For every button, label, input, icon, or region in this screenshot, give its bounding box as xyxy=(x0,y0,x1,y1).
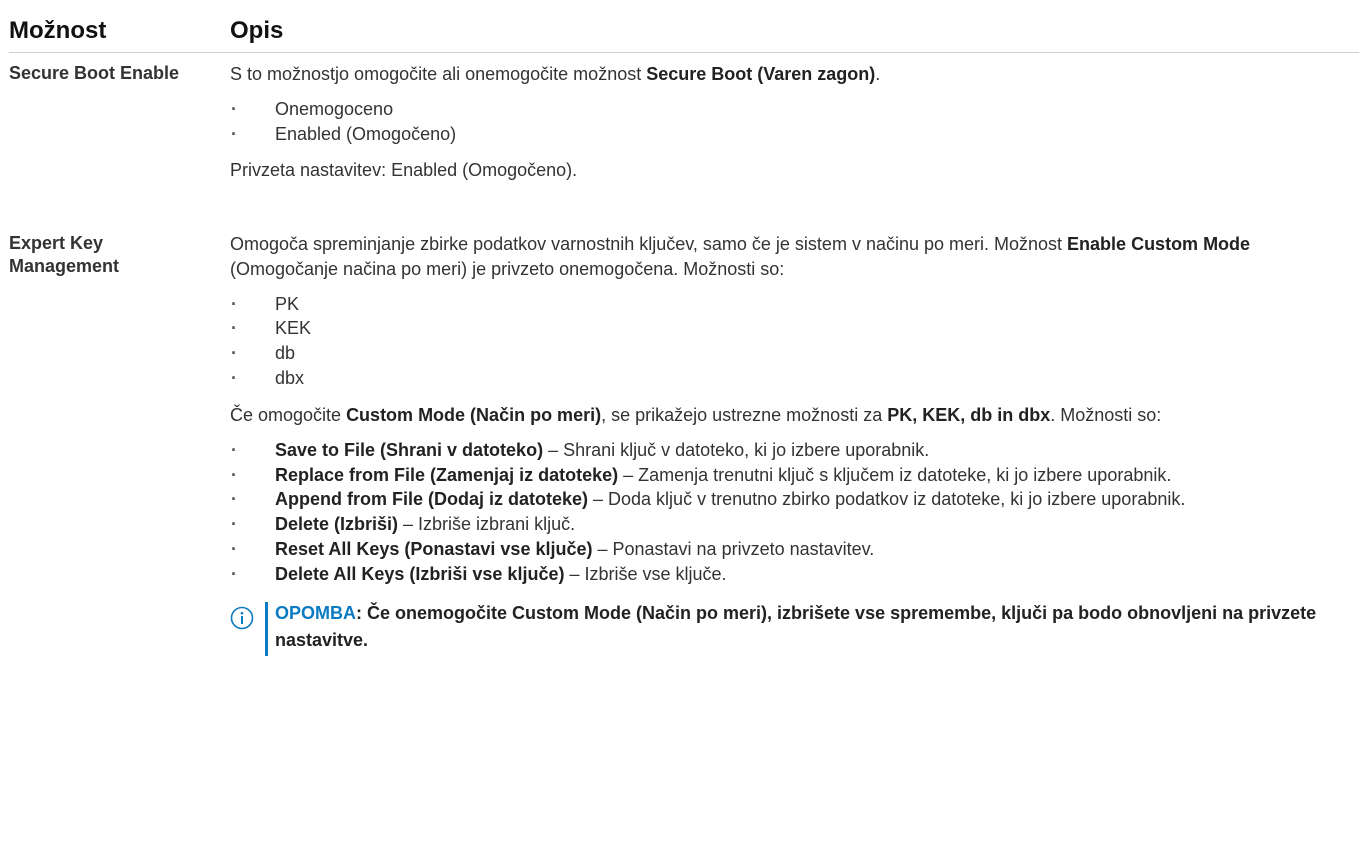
list-item: Save to File (Shrani v datoteko) – Shran… xyxy=(230,438,1360,463)
list-item: Delete (Izbriši) – Izbriše izbrani ključ… xyxy=(230,512,1360,537)
option-description: Omogoča spreminjanje zbirke podatkov var… xyxy=(230,232,1360,656)
option-name: Secure Boot Enable xyxy=(9,63,180,83)
keys-list: PK KEK db dbx xyxy=(230,292,1360,391)
actions-list: Save to File (Shrani v datoteko) – Shran… xyxy=(230,438,1360,587)
table-header: Možnost Opis xyxy=(0,14,1365,54)
intro-paragraph: Omogoča spreminjanje zbirke podatkov var… xyxy=(230,234,1251,279)
list-item: Reset All Keys (Ponastavi vse ključe) – … xyxy=(230,537,1360,562)
note-label: OPOMBA xyxy=(275,602,356,623)
list-item: Delete All Keys (Izbriši vse ključe) – I… xyxy=(230,562,1360,587)
list-item: dbx xyxy=(230,366,1360,391)
default-setting: Privzeta nastavitev: Enabled (Omogočeno)… xyxy=(230,160,578,181)
header-divider xyxy=(9,52,1359,53)
list-item: Onemogoceno xyxy=(230,97,1360,122)
list-item: KEK xyxy=(230,316,1360,341)
column-header-description: Opis xyxy=(230,17,284,44)
setting-values-list: Onemogoceno Enabled (Omogočeno) xyxy=(230,97,1360,147)
list-item: db xyxy=(230,341,1360,366)
note-callout: OPOMBA: Če onemogočite Custom Mode (Nači… xyxy=(230,600,1360,656)
column-header-option: Možnost xyxy=(9,17,107,44)
note-accent-bar xyxy=(265,601,268,656)
option-name: Expert Key Management xyxy=(9,233,120,277)
custom-mode-paragraph: Če omogočite Custom Mode (Način po meri)… xyxy=(230,404,1162,425)
intro-paragraph: S to možnostjo omogočite ali onemogočite… xyxy=(230,64,881,84)
document-page: Možnost Opis Secure Boot Enable S to mož… xyxy=(0,0,1365,847)
info-icon xyxy=(230,606,254,630)
option-description: S to možnostjo omogočite ali onemogočite… xyxy=(230,62,1360,183)
list-item: Append from File (Dodaj iz datoteke) – D… xyxy=(230,487,1360,512)
list-item: Replace from File (Zamenjaj iz datoteke)… xyxy=(230,463,1360,488)
list-item: Enabled (Omogočeno) xyxy=(230,122,1360,147)
note-text: OPOMBA: Če onemogočite Custom Mode (Nači… xyxy=(275,602,1317,650)
list-item: PK xyxy=(230,292,1360,317)
